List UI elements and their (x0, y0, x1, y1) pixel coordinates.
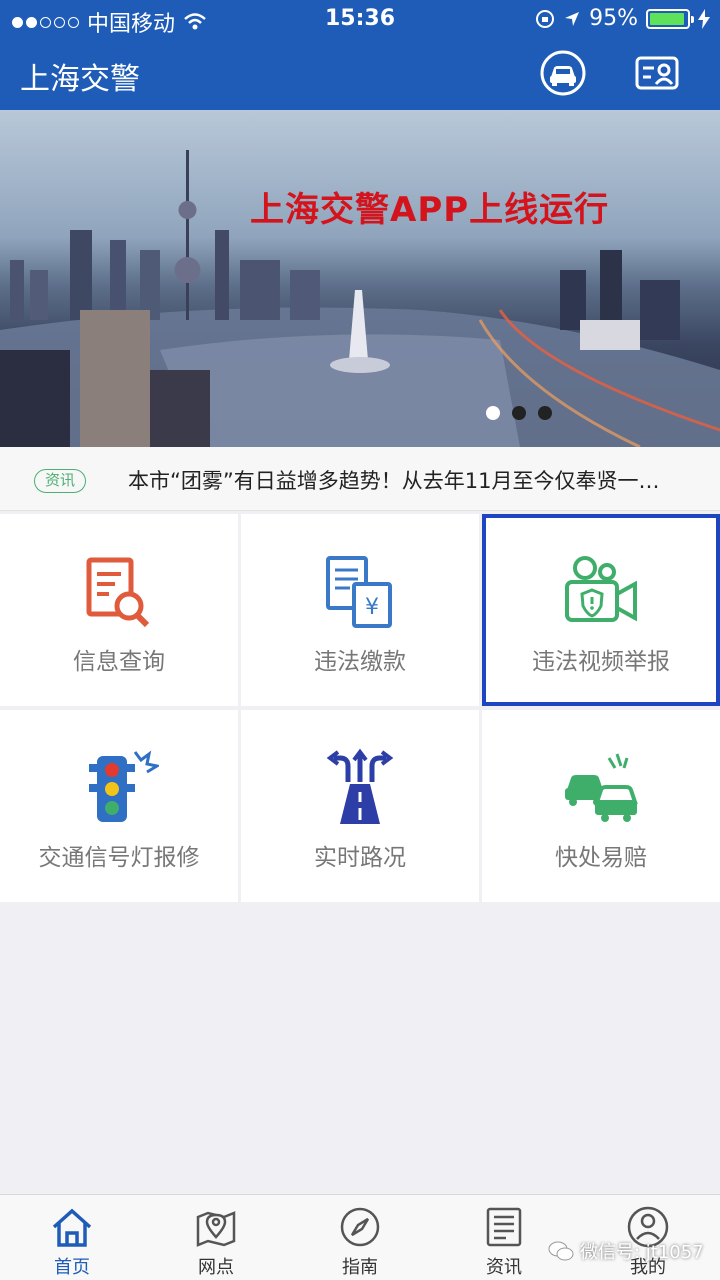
car-icon[interactable] (540, 50, 586, 96)
tab-bar: 首页 网点 指南 资讯 我的 (0, 1194, 720, 1280)
location-arrow-icon (565, 11, 580, 26)
service-label: 实时路况 (314, 845, 406, 871)
city-skyline-image (0, 150, 720, 447)
wechat-icon (548, 1241, 574, 1261)
tab-label: 首页 (54, 1257, 90, 1278)
charging-bolt-icon (698, 8, 710, 29)
tab-label: 网点 (198, 1257, 234, 1278)
road-condition-icon (326, 748, 394, 824)
news-tag-badge: 资讯 (34, 469, 87, 493)
service-label: 违法视频举报 (532, 649, 670, 675)
carousel-dot[interactable] (512, 406, 526, 420)
service-label: 信息查询 (73, 649, 165, 675)
service-grid: 信息查询 ¥ 违法缴款 违法视频举报 交通信号灯报修 实时路况 快处易赔 (0, 514, 720, 902)
service-label: 违法缴款 (314, 649, 406, 675)
id-card-icon[interactable] (634, 50, 680, 96)
service-video-report[interactable]: 违法视频举报 (482, 514, 720, 706)
compass-icon (340, 1207, 380, 1247)
watermark: 微信号: jt1057 (548, 1238, 704, 1264)
news-ticker[interactable]: 资讯 本市“团雾”有日益增多趋势！从去年11月至今仅奉贤一… (0, 447, 720, 511)
nav-bar: 上海交警 (0, 38, 720, 110)
carousel-indicator[interactable] (486, 406, 552, 420)
status-bar: 中国移动 15:36 95% (0, 0, 720, 38)
service-traffic-light-repair[interactable]: 交通信号灯报修 (0, 710, 238, 902)
svg-text:¥: ¥ (365, 595, 379, 620)
tab-home[interactable]: 首页 (0, 1195, 144, 1280)
service-live-traffic[interactable]: 实时路况 (241, 710, 479, 902)
rotation-lock-icon (536, 9, 555, 28)
news-icon (486, 1207, 522, 1247)
app-title: 上海交警 (20, 62, 140, 97)
traffic-light-icon (89, 750, 159, 822)
map-pin-icon (196, 1211, 236, 1247)
document-search-icon (86, 557, 150, 628)
tab-guide[interactable]: 指南 (288, 1195, 432, 1280)
banner-carousel[interactable]: 上海交警APP上线运行 (0, 110, 720, 447)
bill-payment-icon: ¥ (326, 556, 392, 628)
battery-icon (646, 8, 694, 29)
service-info-query[interactable]: 信息查询 (0, 514, 238, 706)
home-icon (52, 1208, 92, 1247)
banner-headline: 上海交警APP上线运行 (250, 190, 610, 230)
watermark-text: 微信号: jt1057 (580, 1242, 704, 1263)
service-label: 快处易赔 (555, 845, 647, 871)
tab-outlets[interactable]: 网点 (144, 1195, 288, 1280)
tab-label: 指南 (342, 1257, 378, 1278)
carousel-dot[interactable] (486, 406, 500, 420)
battery-percent: 95% (589, 6, 638, 31)
car-accident-icon (565, 753, 638, 822)
service-fine-payment[interactable]: ¥ 违法缴款 (241, 514, 479, 706)
carousel-dot[interactable] (538, 406, 552, 420)
video-camera-report-icon (565, 556, 637, 622)
news-headline[interactable]: 本市“团雾”有日益增多趋势！从去年11月至今仅奉贤一… (128, 465, 698, 495)
service-quick-claim[interactable]: 快处易赔 (482, 710, 720, 902)
service-label: 交通信号灯报修 (38, 845, 200, 871)
